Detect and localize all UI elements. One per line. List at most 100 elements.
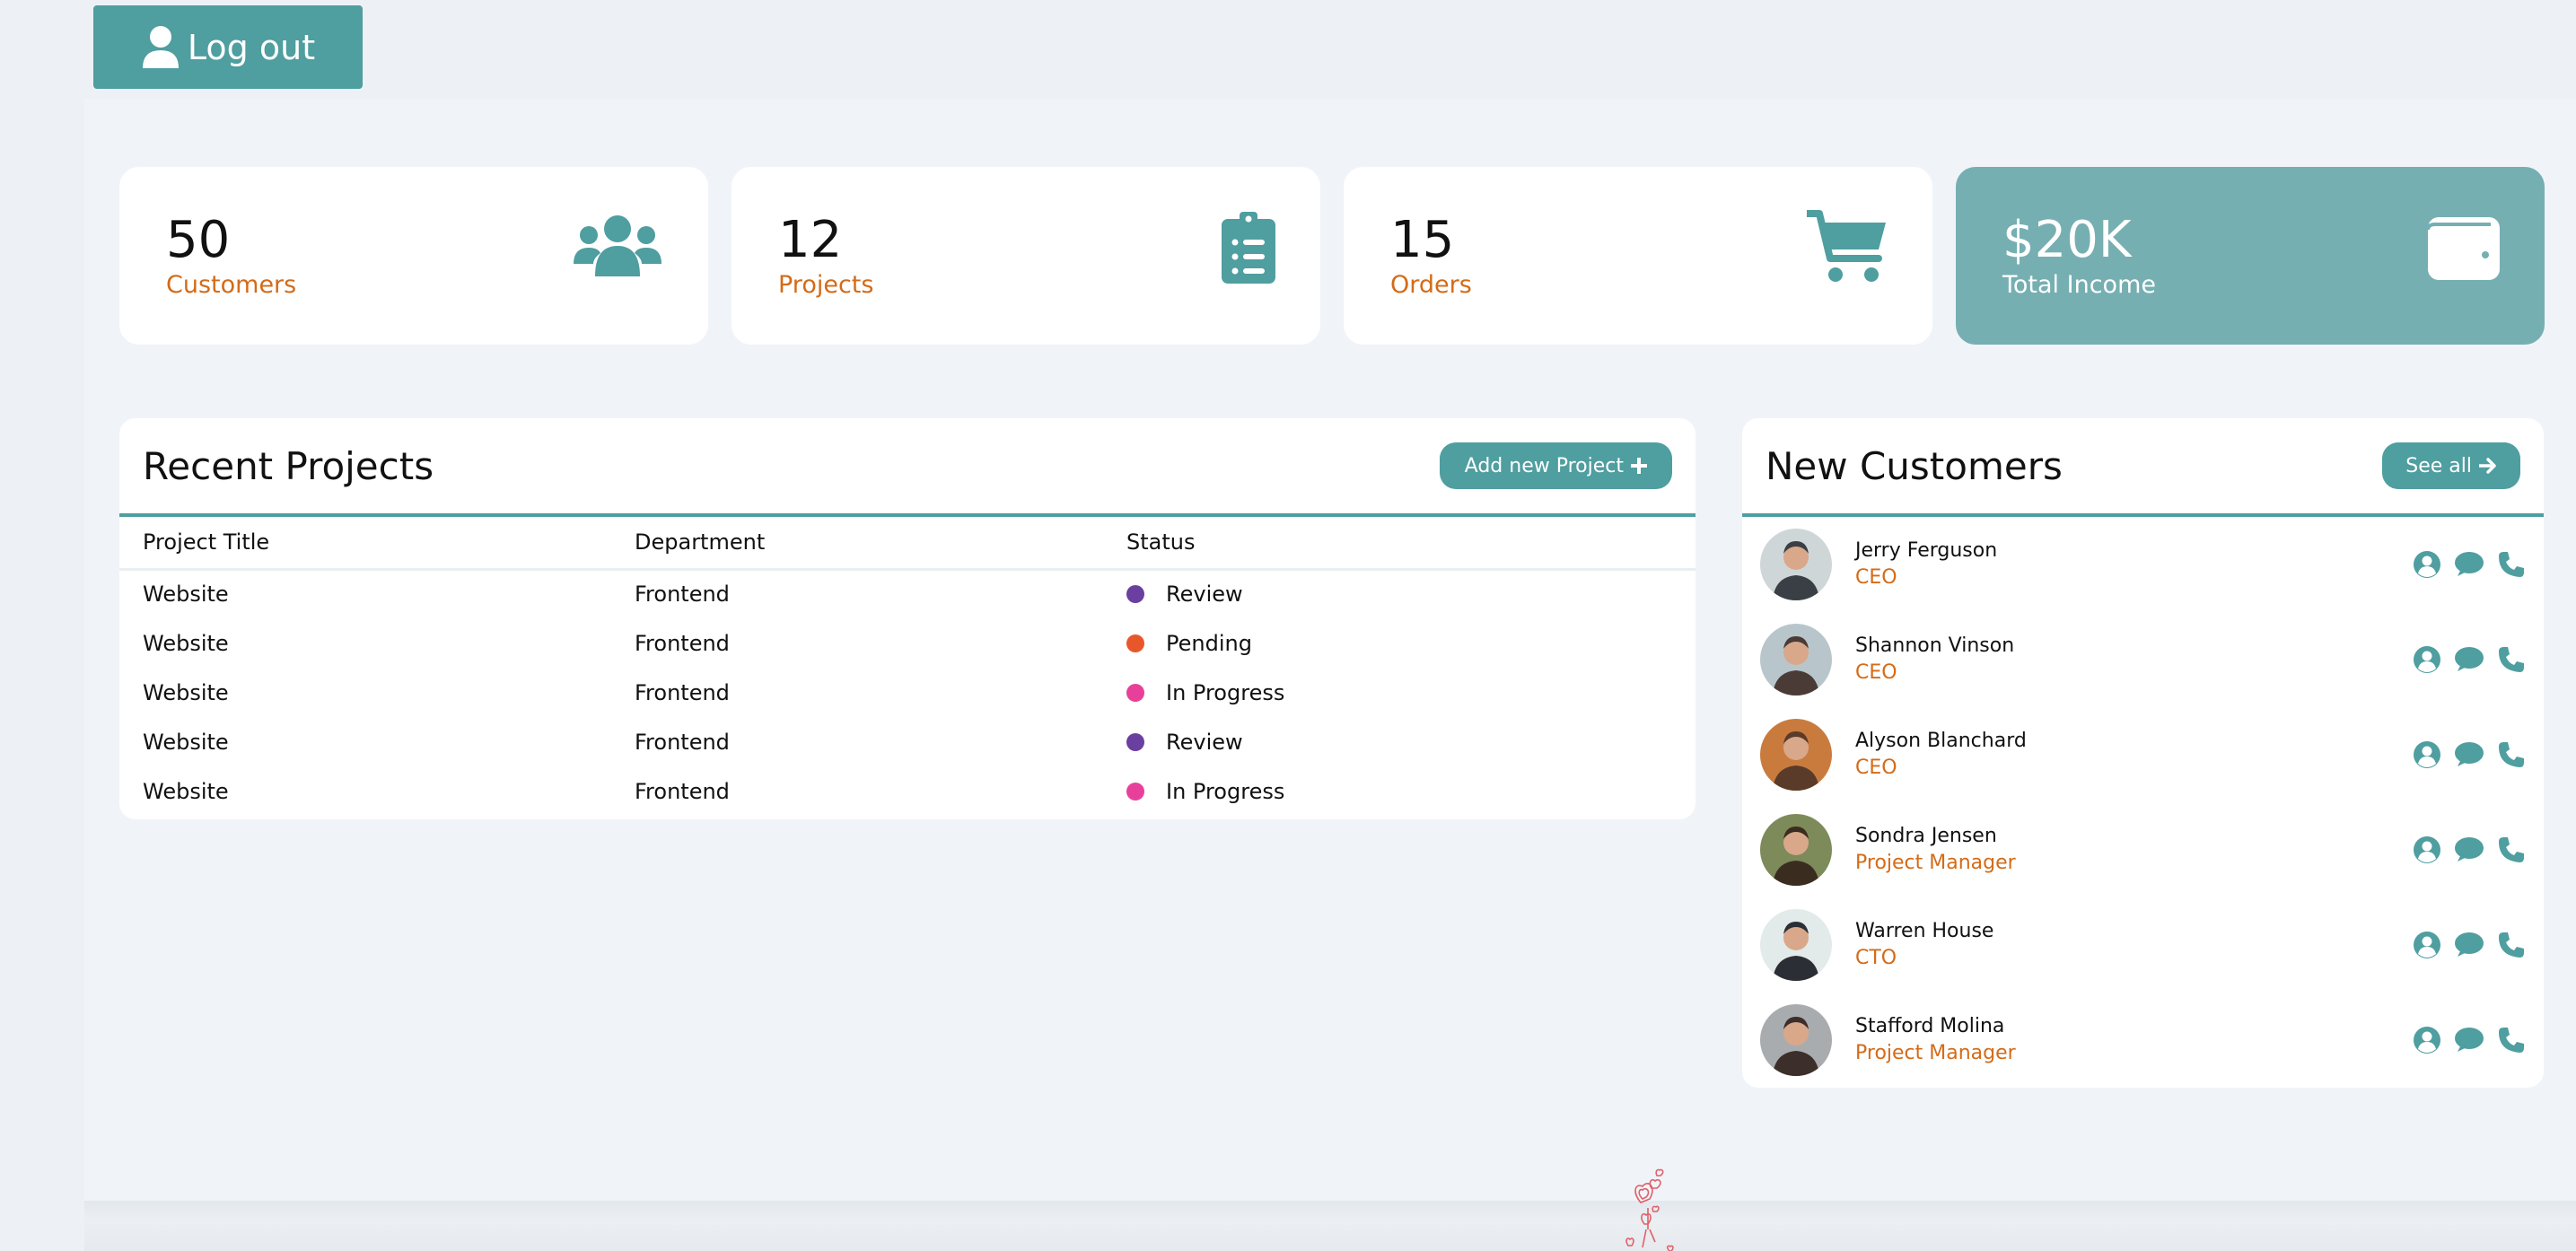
project-title: Website [143,582,229,608]
stat-value: 50 [166,211,231,269]
stat-label: Orders [1390,271,1472,299]
message-icon[interactable] [2454,932,2484,958]
new-customers-panel: New Customers See all Jerry Ferguson CEO [1742,418,2544,1088]
list-item: Sondra Jensen Project Manager [1742,802,2544,897]
avatar [1760,719,1832,791]
button-label: See all [2405,454,2472,477]
project-department: Frontend [635,778,730,804]
column-header: Department [635,529,766,556]
avatar [1760,909,1832,981]
wallet-icon [2426,217,2500,284]
recent-projects-header: Recent Projects Add new Project [119,418,1695,517]
message-icon[interactable] [2454,551,2484,578]
phone-icon[interactable] [2497,931,2526,959]
customer-role: CEO [1855,757,1897,779]
logout-button[interactable]: Log out [93,5,363,89]
customer-info: Sondra Jensen Project Manager [1855,823,2413,876]
user-icon [142,25,179,68]
stat-label: Projects [778,271,874,299]
status-dot [1126,782,1144,800]
customer-actions [2413,550,2526,579]
status-text: Review [1166,582,1243,608]
profile-icon[interactable] [2413,931,2441,959]
phone-icon[interactable] [2497,740,2526,769]
see-all-button[interactable]: See all [2382,442,2520,489]
message-icon[interactable] [2454,1027,2484,1054]
avatar [1760,814,1832,886]
stat-card-customers: 50 Customers [119,167,708,345]
shopping-cart-icon [1803,210,1888,287]
message-icon[interactable] [2454,646,2484,673]
customer-role: CEO [1855,566,1897,589]
customer-name: Stafford Molina [1855,1015,2005,1038]
customer-actions [2413,645,2526,674]
customer-role: CEO [1855,661,1897,684]
project-department: Frontend [635,679,730,705]
phone-icon[interactable] [2497,1026,2526,1054]
column-header: Status [1126,529,1196,556]
customer-actions [2413,1026,2526,1054]
profile-icon[interactable] [2413,645,2441,674]
new-customers-header: New Customers See all [1742,418,2544,517]
table-header-row: Project Title Department Status [119,517,1695,569]
arrow-right-icon [2479,458,2496,474]
recent-projects-panel: Recent Projects Add new Project Project … [119,418,1695,819]
status-text: In Progress [1166,679,1285,705]
add-new-project-button[interactable]: Add new Project [1439,442,1672,489]
status-text: Review [1166,729,1243,755]
status-cell: In Progress [1103,766,1695,816]
list-item: Warren House CTO [1742,897,2544,993]
project-department: Frontend [635,582,730,608]
project-title: Website [143,679,229,705]
customer-info: Warren House CTO [1855,918,2413,971]
phone-icon[interactable] [2497,550,2526,579]
stat-label: Customers [166,271,297,299]
customer-actions [2413,740,2526,769]
phone-icon[interactable] [2497,645,2526,674]
customer-info: Stafford Molina Project Manager [1855,1013,2413,1066]
stat-card-income: $20K Total Income [1956,167,2545,345]
table-row: Website Frontend Review [119,569,1695,618]
status-dot [1126,585,1144,604]
stat-card-orders: 15 Orders [1344,167,1932,345]
stat-value: $20K [2002,211,2132,269]
clipboard-list-icon [1222,212,1275,287]
message-icon[interactable] [2454,741,2484,768]
customer-role: Project Manager [1855,852,2016,874]
project-title: Website [143,778,229,804]
button-label: Add new Project [1464,454,1624,477]
project-department: Frontend [635,630,730,656]
stat-label: Total Income [2002,271,2156,299]
customer-name: Sondra Jensen [1855,825,1997,848]
phone-icon[interactable] [2497,835,2526,864]
status-dot [1126,732,1144,751]
customer-role: CTO [1855,947,1897,969]
logout-label: Log out [187,27,316,67]
customer-name: Jerry Ferguson [1855,539,1998,563]
list-item: Alyson Blanchard CEO [1742,707,2544,802]
panel-title: Recent Projects [143,443,434,488]
profile-icon[interactable] [2413,550,2441,579]
avatar [1760,624,1832,695]
table-row: Website Frontend Pending [119,618,1695,668]
profile-icon[interactable] [2413,835,2441,864]
project-title: Website [143,630,229,656]
customer-name: Shannon Vinson [1855,634,2015,658]
customer-name: Alyson Blanchard [1855,730,2027,753]
customer-role: Project Manager [1855,1042,2016,1064]
status-cell: Review [1103,569,1695,618]
profile-icon[interactable] [2413,1026,2441,1054]
status-cell: Pending [1103,618,1695,668]
profile-icon[interactable] [2413,740,2441,769]
projects-table: Project Title Department Status Website … [119,517,1695,816]
status-dot [1126,634,1144,652]
status-cell: In Progress [1103,668,1695,717]
panel-title: New Customers [1766,443,2063,488]
customer-actions [2413,835,2526,864]
list-item: Stafford Molina Project Manager [1742,993,2544,1088]
status-dot [1126,683,1144,702]
table-row: Website Frontend In Progress [119,766,1695,816]
message-icon[interactable] [2454,836,2484,863]
project-department: Frontend [635,729,730,755]
status-text: Pending [1166,630,1252,656]
